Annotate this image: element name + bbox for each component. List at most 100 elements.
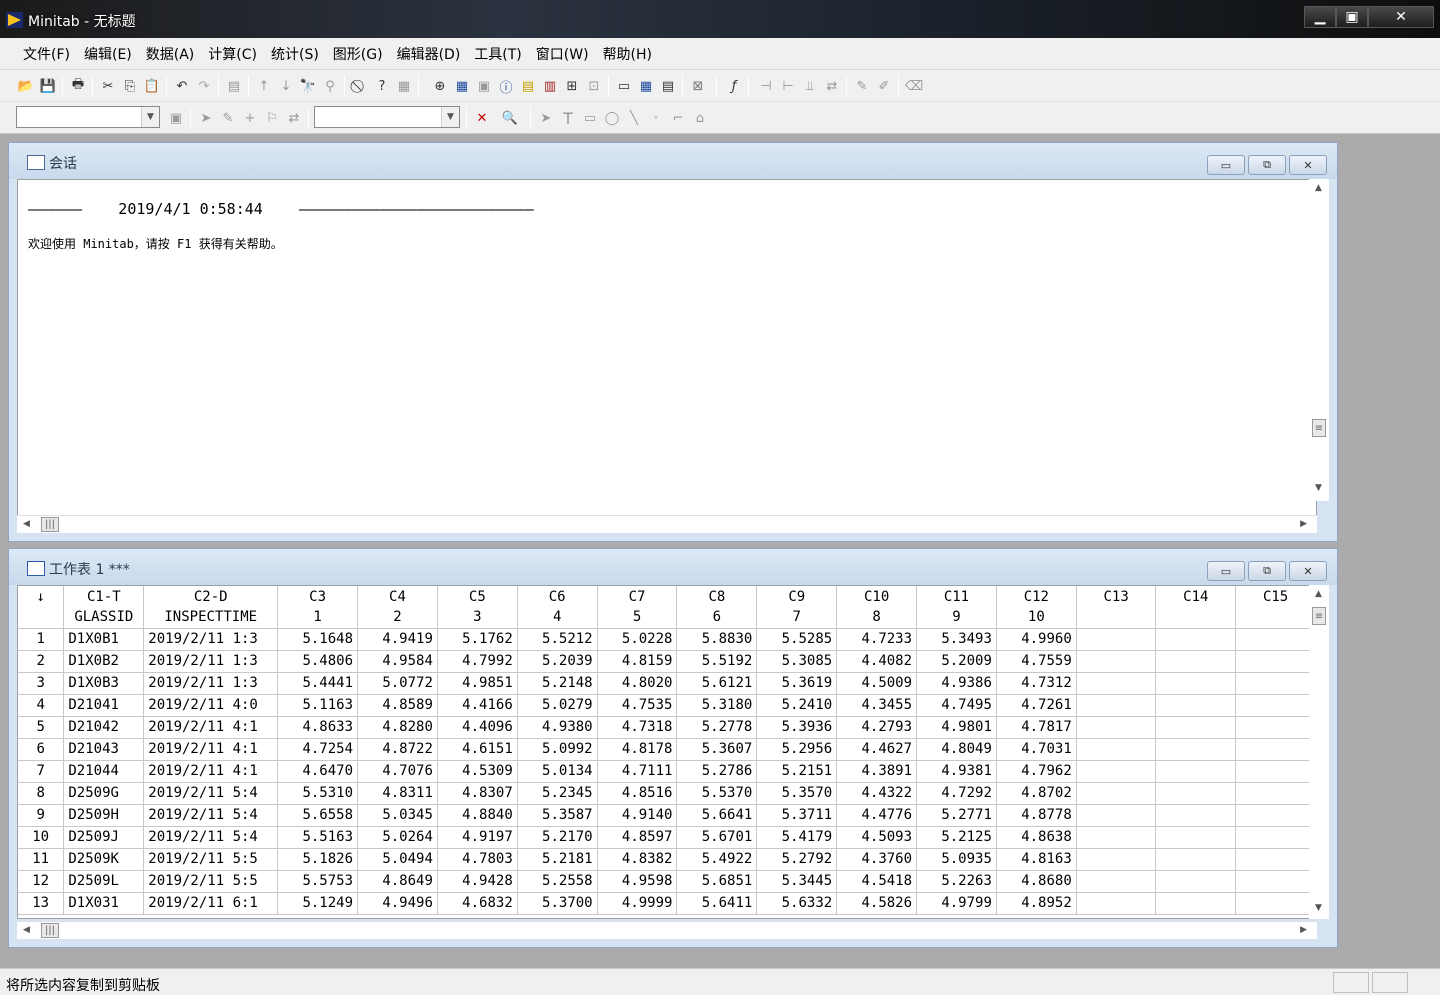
data-cell[interactable]: 4.7031 <box>996 738 1077 761</box>
worksheet-restore-button[interactable]: ⧉ <box>1248 561 1286 581</box>
data-cell[interactable]: 5.2786 <box>676 760 758 783</box>
data-cell[interactable]: 4.9598 <box>597 870 678 893</box>
brush-graph-icon[interactable]: ✎ <box>220 110 236 126</box>
empty-cell[interactable] <box>1076 826 1157 849</box>
empty-cell[interactable] <box>1235 826 1316 849</box>
session-horizontal-scrollbar[interactable]: ◀ ||| ▶ <box>17 515 1317 533</box>
eraser-icon[interactable]: ⌫ <box>905 78 923 94</box>
session-vscroll-thumb[interactable]: ≡ <box>1312 419 1326 437</box>
data-cell[interactable]: 4.9799 <box>916 892 997 915</box>
minimize-button[interactable]: ▁ <box>1304 6 1336 28</box>
data-cell[interactable]: 4.9960 <box>996 628 1077 651</box>
empty-cell[interactable] <box>1155 826 1237 849</box>
empty-cell[interactable] <box>1076 892 1157 915</box>
scroll-left-icon[interactable]: ◀ <box>23 519 30 529</box>
data-cell[interactable]: 5.5163 <box>277 826 359 849</box>
data-cell[interactable]: 5.0228 <box>597 628 678 651</box>
tile-icon[interactable]: ⊡ <box>586 78 602 94</box>
line-icon[interactable]: ╲ <box>626 110 642 126</box>
column-name-cell[interactable]: INSPECTTIME <box>143 607 279 629</box>
data-cell[interactable]: 5.5212 <box>517 628 598 651</box>
data-cell[interactable]: 4.8280 <box>357 716 438 739</box>
data-cell[interactable]: 5.0264 <box>357 826 438 849</box>
empty-cell[interactable] <box>1155 650 1237 673</box>
scroll-down-icon[interactable]: ▼ <box>1315 903 1322 913</box>
scroll-up-icon[interactable]: ▲ <box>1315 589 1322 599</box>
data-cell[interactable]: 4.7962 <box>996 760 1077 783</box>
help-icon[interactable]: ? <box>374 78 390 94</box>
data-cell[interactable]: 4.5418 <box>836 870 918 893</box>
data-cell[interactable]: 4.8049 <box>916 738 997 761</box>
insert-columns-icon[interactable]: ⫫ <box>802 78 818 94</box>
data-cell[interactable]: 5.0134 <box>517 760 598 783</box>
empty-cell[interactable] <box>1155 716 1237 739</box>
data-cell[interactable]: 4.9428 <box>437 870 518 893</box>
data-cell[interactable]: 5.3085 <box>756 650 838 673</box>
data-cell[interactable]: 4.8020 <box>597 672 678 695</box>
data-cell[interactable]: 2019/2/11 1:3 <box>143 650 279 673</box>
session-close-button[interactable]: ✕ <box>1289 155 1327 175</box>
data-cell[interactable]: 4.8307 <box>437 782 518 805</box>
marker-icon[interactable]: ∘ <box>648 110 664 126</box>
data-cell[interactable]: 5.6701 <box>676 826 758 849</box>
data-cell[interactable]: 4.8597 <box>597 826 678 849</box>
data-cell[interactable]: 4.8680 <box>996 870 1077 893</box>
cancel-icon[interactable]: ⃠ <box>352 78 368 94</box>
empty-cell[interactable] <box>1076 650 1157 673</box>
select-icon[interactable]: ➤ <box>198 110 214 126</box>
data-cell[interactable]: D1X031 <box>63 892 145 915</box>
data-cell[interactable]: 2019/2/11 4:0 <box>143 694 279 717</box>
scroll-left-icon[interactable]: ◀ <box>23 925 30 935</box>
empty-cell[interactable] <box>1235 870 1316 893</box>
data-cell[interactable]: 5.2170 <box>517 826 598 849</box>
data-cell[interactable]: 4.9197 <box>437 826 518 849</box>
column-header[interactable]: C14 <box>1155 586 1237 607</box>
column-header[interactable]: C15 <box>1235 586 1316 607</box>
row-number[interactable]: 2 <box>18 650 65 673</box>
data-cell[interactable]: 2019/2/11 4:1 <box>143 738 279 761</box>
data-cell[interactable]: 4.3760 <box>836 848 918 871</box>
data-cell[interactable]: 4.7076 <box>357 760 438 783</box>
column-header[interactable]: C9 <box>756 586 838 607</box>
corner-cell[interactable]: ↓ <box>18 586 65 607</box>
data-cell[interactable]: 4.8702 <box>996 782 1077 805</box>
data-cell[interactable]: 5.2410 <box>756 694 838 717</box>
data-cell[interactable]: 4.4096 <box>437 716 518 739</box>
empty-cell[interactable] <box>1076 694 1157 717</box>
empty-cell[interactable] <box>1076 848 1157 871</box>
edit-graph-icon[interactable]: ▣ <box>168 110 184 126</box>
data-cell[interactable]: 4.8952 <box>996 892 1077 915</box>
column-header[interactable]: C11 <box>916 586 997 607</box>
data-cell[interactable]: 4.5093 <box>836 826 918 849</box>
data-cell[interactable]: 5.3700 <box>517 892 598 915</box>
data-cell[interactable]: 5.2039 <box>517 650 598 673</box>
data-cell[interactable]: 4.7254 <box>277 738 359 761</box>
column-header[interactable]: C4 <box>357 586 438 607</box>
menu-data[interactable]: 数据(A) <box>139 44 202 64</box>
row-number[interactable]: 1 <box>18 628 65 651</box>
graph-combo[interactable]: ▼ <box>314 106 460 128</box>
scroll-down-icon[interactable]: ▼ <box>1315 483 1322 493</box>
data-cell[interactable]: 5.2125 <box>916 826 997 849</box>
data-cell[interactable]: 2019/2/11 5:5 <box>143 870 279 893</box>
data-cell[interactable]: 5.5310 <box>277 782 359 805</box>
empty-cell[interactable] <box>1076 738 1157 761</box>
new-project-icon[interactable]: ⊞ <box>564 78 580 94</box>
column-header[interactable]: C2-D <box>143 586 279 607</box>
pointer-icon[interactable]: ➤ <box>538 110 554 126</box>
data-cell[interactable]: 4.8163 <box>996 848 1077 871</box>
data-cell[interactable]: 5.3570 <box>756 782 838 805</box>
column-name-cell[interactable]: GLASSID <box>63 607 145 629</box>
save-icon[interactable]: 💾 <box>40 78 56 94</box>
data-cell[interactable]: D1X0B1 <box>63 628 145 651</box>
empty-cell[interactable] <box>1155 804 1237 827</box>
data-cell[interactable]: 5.8830 <box>676 628 758 651</box>
data-cell[interactable]: 5.4441 <box>277 672 359 695</box>
row-number[interactable]: 4 <box>18 694 65 717</box>
empty-cell[interactable] <box>1155 628 1237 651</box>
column-name-cell[interactable] <box>1155 607 1237 629</box>
menu-graph[interactable]: 图形(G) <box>326 44 390 64</box>
empty-cell[interactable] <box>1155 738 1237 761</box>
data-cell[interactable]: 4.7817 <box>996 716 1077 739</box>
data-cell[interactable]: 5.6558 <box>277 804 359 827</box>
